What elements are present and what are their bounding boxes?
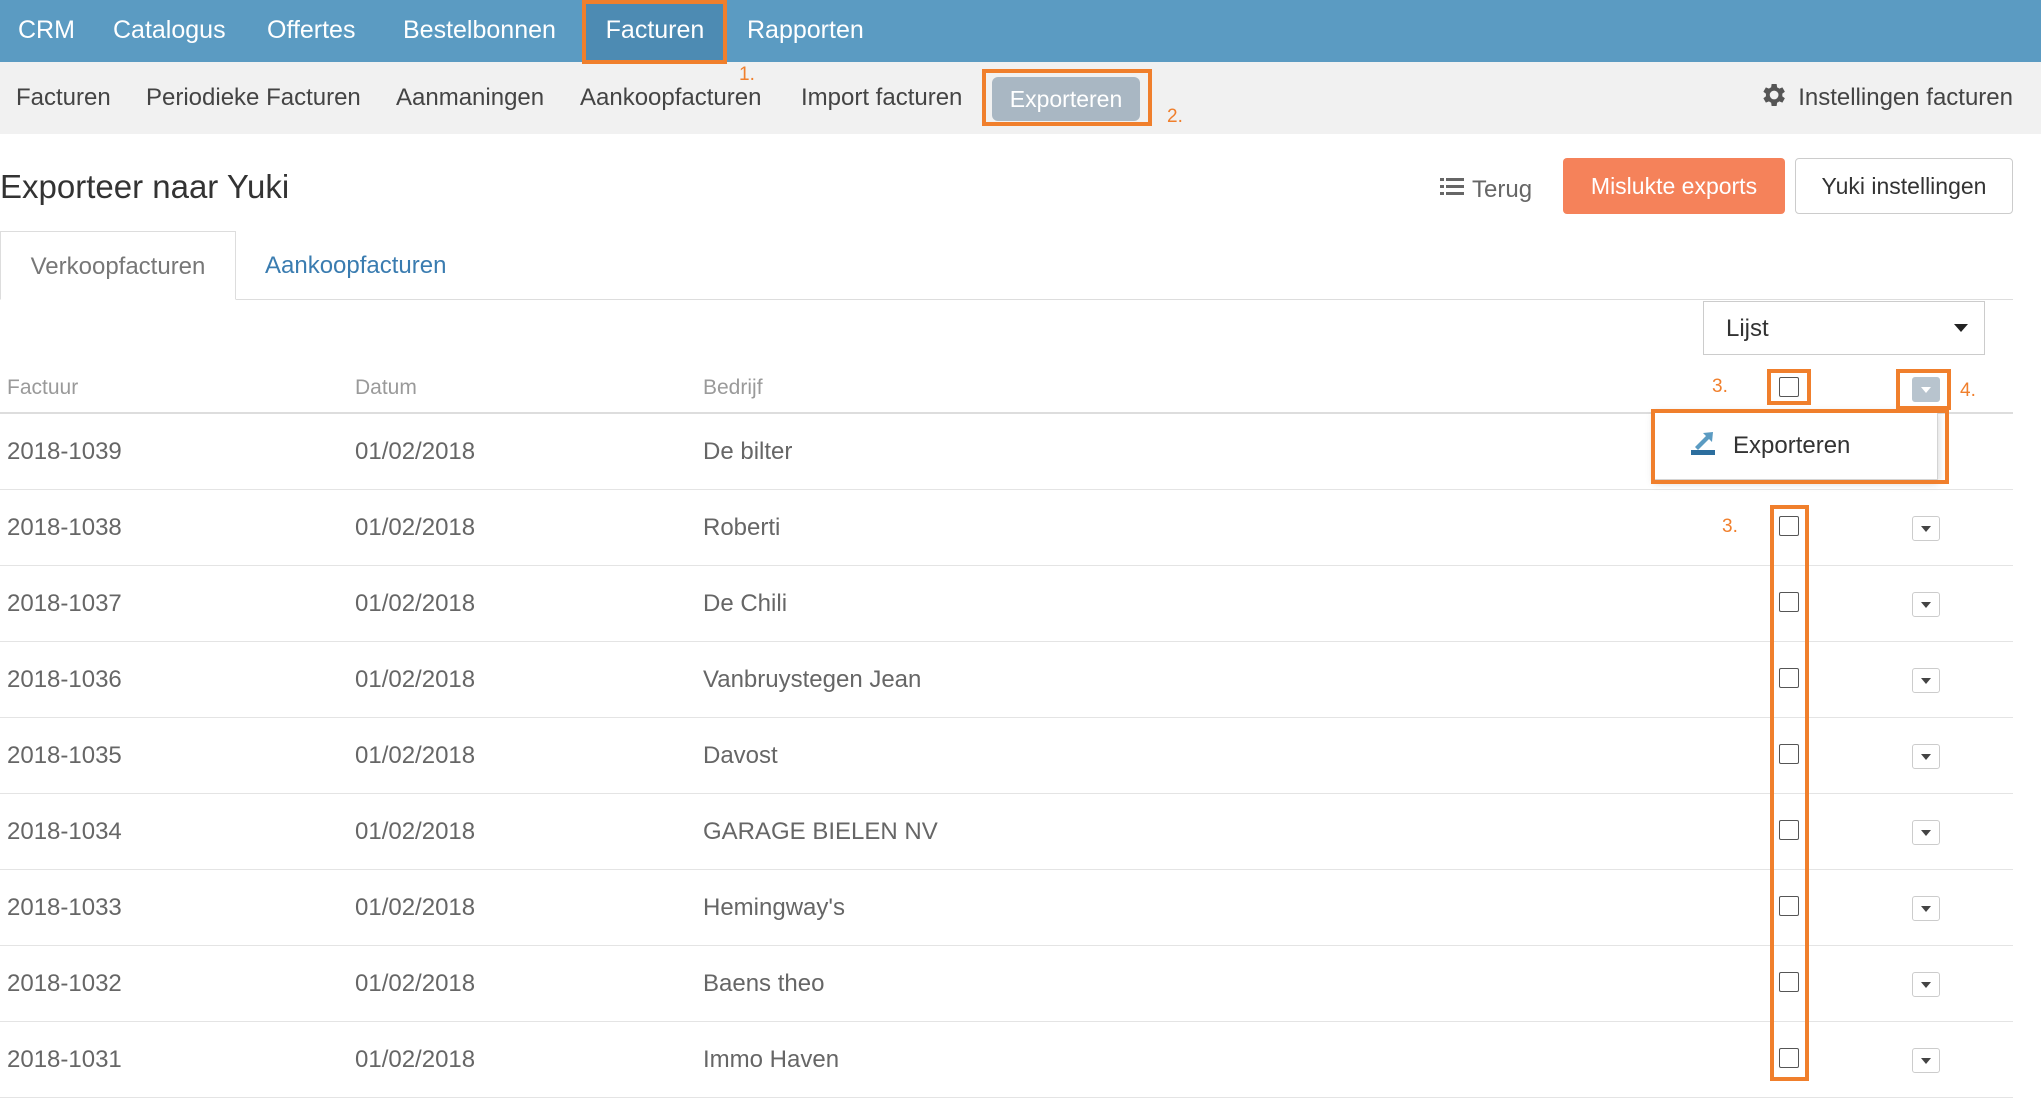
cell-datum: 01/02/2018 <box>355 742 476 769</box>
cell-factuur: 2018-1037 <box>7 590 122 617</box>
row-actions-toggle[interactable] <box>1912 972 1940 997</box>
annotation-highlight-facturen <box>582 0 727 64</box>
annotation-highlight-export-menu <box>1651 409 1949 484</box>
cell-datum: 01/02/2018 <box>355 514 476 541</box>
annotation-step-2: 2. <box>1167 106 1183 127</box>
view-select-value: Lijst <box>1726 315 1769 342</box>
annotation-step-4: 4. <box>1960 380 1976 401</box>
topnav-item-crm[interactable]: CRM <box>18 0 75 62</box>
list-icon <box>1440 176 1472 205</box>
cell-factuur: 2018-1031 <box>7 1046 122 1073</box>
column-header-factuur: Factuur <box>7 376 79 399</box>
row-actions-toggle[interactable] <box>1912 896 1940 921</box>
back-label: Terug <box>1472 176 1533 203</box>
subnav-item-import-facturen[interactable]: Import facturen <box>801 62 962 134</box>
table-row: 2018-1037 01/02/2018 De Chili <box>0 566 2013 642</box>
cell-factuur: 2018-1034 <box>7 818 122 845</box>
view-select[interactable]: Lijst <box>1703 301 1985 355</box>
cell-bedrijf: Davost <box>703 742 778 769</box>
column-header-bedrijf: Bedrijf <box>703 376 763 399</box>
cell-bedrijf: De Chili <box>703 590 788 617</box>
subnav-item-facturen[interactable]: Facturen <box>16 62 111 134</box>
annotation-step-3a: 3. <box>1712 376 1728 397</box>
yuki-settings-button[interactable]: Yuki instellingen <box>1795 158 2013 214</box>
cell-bedrijf: GARAGE BIELEN NV <box>703 818 938 845</box>
row-actions-toggle[interactable] <box>1912 820 1940 845</box>
row-actions-toggle[interactable] <box>1912 744 1940 769</box>
column-header-datum: Datum <box>355 376 417 399</box>
annotation-step-1: 1. <box>739 64 755 85</box>
table-row: 2018-1035 01/02/2018 Davost <box>0 718 2013 794</box>
subnav-item-aanmaningen[interactable]: Aanmaningen <box>396 62 544 134</box>
cell-bedrijf: Hemingway's <box>703 894 845 921</box>
chevron-down-icon <box>1954 324 1968 332</box>
subnav-item-aankoopfacturen[interactable]: Aankoopfacturen <box>580 62 761 134</box>
cell-bedrijf: Vanbruystegen Jean <box>703 666 922 693</box>
cell-datum: 01/02/2018 <box>355 818 476 845</box>
annotation-highlight-bulk-toggle <box>1896 369 1951 410</box>
tab-verkoopfacturen[interactable]: Verkoopfacturen <box>0 231 236 300</box>
gear-icon <box>1758 80 1798 117</box>
cell-bedrijf: Baens theo <box>703 970 825 997</box>
settings-label: Instellingen facturen <box>1798 84 2013 111</box>
annotation-highlight-exporteren <box>982 69 1152 126</box>
subnav-item-periodieke-facturen[interactable]: Periodieke Facturen <box>146 62 361 134</box>
cell-datum: 01/02/2018 <box>355 970 476 997</box>
annotation-highlight-select-all <box>1767 369 1811 405</box>
row-actions-toggle[interactable] <box>1912 592 1940 617</box>
top-navigation: CRM Catalogus Offertes Bestelbonnen Fact… <box>0 0 2041 62</box>
row-actions-toggle[interactable] <box>1912 668 1940 693</box>
row-actions-toggle[interactable] <box>1912 1048 1940 1073</box>
cell-datum: 01/02/2018 <box>355 894 476 921</box>
back-button[interactable]: Terug <box>1440 170 1532 210</box>
table-row: 2018-1033 01/02/2018 Hemingway's <box>0 870 2013 946</box>
cell-factuur: 2018-1033 <box>7 894 122 921</box>
cell-factuur: 2018-1036 <box>7 666 122 693</box>
cell-factuur: 2018-1032 <box>7 970 122 997</box>
table-row: 2018-1038 01/02/2018 Roberti <box>0 490 2013 566</box>
topnav-item-bestelbonnen[interactable]: Bestelbonnen <box>403 0 556 62</box>
cell-factuur: 2018-1039 <box>7 438 122 465</box>
tab-aankoopfacturen[interactable]: Aankoopfacturen <box>265 231 446 300</box>
cell-bedrijf: De bilter <box>703 438 793 465</box>
settings-link[interactable]: Instellingen facturen <box>1758 62 2013 134</box>
table-row: 2018-1036 01/02/2018 Vanbruystegen Jean <box>0 642 2013 718</box>
cell-bedrijf: Roberti <box>703 514 781 541</box>
row-actions-toggle[interactable] <box>1912 516 1940 541</box>
cell-factuur: 2018-1035 <box>7 742 122 769</box>
annotation-step-3b: 3. <box>1722 516 1738 537</box>
topnav-item-offertes[interactable]: Offertes <box>267 0 355 62</box>
table-row: 2018-1031 01/02/2018 Immo Haven <box>0 1022 2013 1098</box>
topnav-item-rapporten[interactable]: Rapporten <box>747 0 864 62</box>
cell-factuur: 2018-1038 <box>7 514 122 541</box>
table-row: 2018-1032 01/02/2018 Baens theo <box>0 946 2013 1022</box>
cell-datum: 01/02/2018 <box>355 666 476 693</box>
failed-exports-button[interactable]: Mislukte exports <box>1563 158 1785 214</box>
topnav-item-catalogus[interactable]: Catalogus <box>113 0 226 62</box>
page-title: Exporteer naar Yuki <box>0 168 290 205</box>
cell-bedrijf: Immo Haven <box>703 1046 840 1073</box>
annotation-highlight-row-checkboxes <box>1770 505 1809 1081</box>
table-row: 2018-1034 01/02/2018 GARAGE BIELEN NV <box>0 794 2013 870</box>
cell-datum: 01/02/2018 <box>355 1046 476 1073</box>
cell-datum: 01/02/2018 <box>355 590 476 617</box>
cell-datum: 01/02/2018 <box>355 438 476 465</box>
